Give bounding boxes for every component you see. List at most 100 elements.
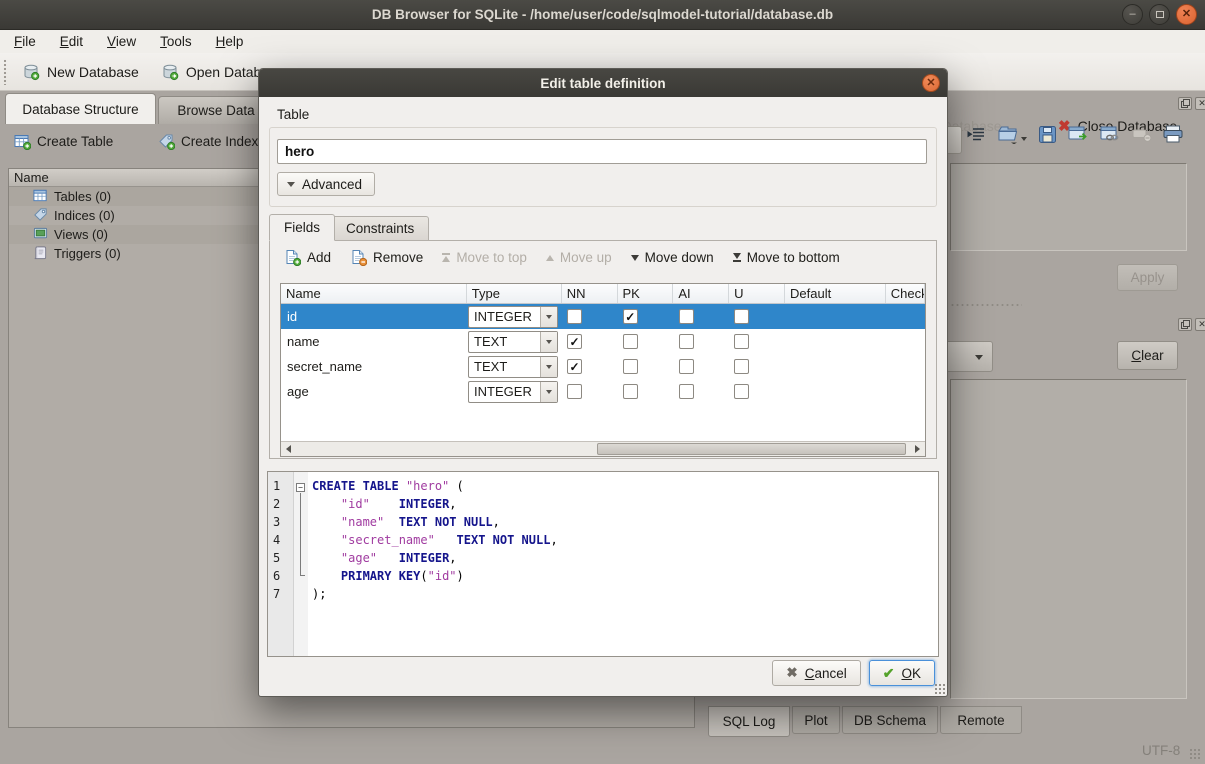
type-combo[interactable]: TEXT [468,331,558,353]
set-null-icon[interactable] [1132,126,1152,143]
dock-close-icon[interactable]: ✕ [1195,318,1205,331]
scrollbar-thumb[interactable] [597,443,906,455]
field-row-id[interactable]: idINTEGER ✓ [281,304,925,329]
check-cell[interactable] [886,304,925,329]
field-name-cell[interactable]: secret_name [281,354,467,379]
pk-checkbox[interactable] [623,384,638,399]
remove-button[interactable]: Remove [350,249,423,266]
chevron-down-icon[interactable] [540,332,557,352]
field-row-secret_name[interactable]: secret_nameTEXT ✓ [281,354,925,379]
default-cell[interactable] [785,304,886,329]
u-checkbox[interactable] [734,359,749,374]
dock-float-icon[interactable] [1178,97,1192,110]
tab-database-structure[interactable]: Database Structure [5,93,156,124]
table-name-input[interactable] [277,139,927,164]
u-checkbox[interactable] [734,384,749,399]
tab-browse-data[interactable]: Browse Data [158,96,274,124]
add-button[interactable]: Add [284,249,331,266]
advanced-button[interactable]: Advanced [277,172,375,196]
field-name-cell[interactable]: name [281,329,467,354]
column-header-nn[interactable]: NN [562,284,618,303]
nn-checkbox[interactable] [567,384,582,399]
dialog-resize-grip[interactable] [934,683,945,694]
nn-checkbox[interactable] [567,309,582,324]
pk-checkbox[interactable] [623,334,638,349]
create-index-button[interactable]: Create Index [158,133,258,150]
type-combo[interactable]: INTEGER [468,306,558,328]
ai-checkbox[interactable] [679,359,694,374]
nn-checkbox[interactable]: ✓ [567,334,582,349]
dock-tab-plot[interactable]: Plot [792,706,840,734]
maximize-icon[interactable] [1149,4,1170,25]
type-combo[interactable]: INTEGER [468,381,558,403]
window-titlebar[interactable]: DB Browser for SQLite - /home/user/code/… [0,0,1205,30]
ok-button[interactable]: ✔ OK [869,660,935,686]
default-cell[interactable] [785,354,886,379]
open-icon[interactable] [997,124,1027,144]
check-cell[interactable] [886,379,925,404]
check-cell[interactable] [886,354,925,379]
close-icon[interactable]: ✕ [1176,4,1197,25]
ai-checkbox[interactable] [679,309,694,324]
menu-edit[interactable]: Edit [48,32,95,51]
nn-checkbox[interactable]: ✓ [567,359,582,374]
menu-tools[interactable]: Tools [148,32,204,51]
fields-grid-hscrollbar[interactable] [281,441,925,456]
field-row-age[interactable]: ageINTEGER [281,379,925,404]
type-combo[interactable]: TEXT [468,356,558,378]
sql-log-area[interactable] [950,379,1187,699]
fold-collapse-icon[interactable]: − [296,483,305,492]
field-name-cell[interactable]: id [281,304,467,329]
text-edit-icon[interactable] [966,125,986,143]
dock-close-icon[interactable]: ✕ [1195,97,1205,110]
column-header-check[interactable]: Check [886,284,925,303]
column-header-default[interactable]: Default [785,284,886,303]
u-checkbox[interactable] [734,334,749,349]
cell-editor-area[interactable] [950,163,1187,251]
field-row-name[interactable]: nameTEXT ✓ [281,329,925,354]
save-icon[interactable] [1038,125,1057,144]
link-icon[interactable] [1100,125,1121,144]
menu-file[interactable]: File [2,32,48,51]
new-database-button[interactable]: New Database [14,56,147,88]
check-cell[interactable] [886,329,925,354]
clear-button[interactable]: Clear [1117,341,1178,370]
default-cell[interactable] [785,329,886,354]
ai-checkbox[interactable] [679,334,694,349]
dock-separator-grip[interactable] [950,303,1022,307]
menu-view[interactable]: View [95,32,148,51]
u-checkbox[interactable] [734,309,749,324]
move-down-button[interactable]: Move down [631,250,714,265]
print-icon[interactable] [1163,125,1183,143]
sql-fold-margin[interactable]: − [294,472,308,656]
dock-tab-db-schema[interactable]: DB Schema [842,706,938,734]
tab-fields[interactable]: Fields [269,214,335,241]
move-to-bottom-button[interactable]: Move to bottom [733,250,840,265]
create-table-button[interactable]: Create Table [14,133,113,150]
cancel-button[interactable]: ✖ Cancel [772,660,860,686]
dialog-close-icon[interactable]: ✕ [922,74,940,92]
toolbar-grip[interactable] [3,59,8,85]
default-cell[interactable] [785,379,886,404]
tab-constraints[interactable]: Constraints [331,216,429,241]
sql-preview[interactable]: 1234567 − CREATE TABLE "hero" ( "id" INT… [267,471,939,657]
column-header-ai[interactable]: AI [673,284,729,303]
field-name-cell[interactable]: age [281,379,467,404]
export-icon[interactable] [1068,125,1089,144]
column-header-pk[interactable]: PK [618,284,674,303]
chevron-down-icon[interactable] [540,382,557,402]
chevron-down-icon[interactable] [540,357,557,377]
pk-checkbox[interactable]: ✓ [623,309,638,324]
column-header-u[interactable]: U [729,284,785,303]
scroll-left-icon[interactable] [281,442,296,456]
scroll-right-icon[interactable] [910,442,925,456]
dock-tab-remote[interactable]: Remote [940,706,1022,734]
fields-grid[interactable]: NameTypeNNPKAIUDefaultCheck idINTEGER✓na… [280,283,926,457]
minimize-icon[interactable]: – [1122,4,1143,25]
ai-checkbox[interactable] [679,384,694,399]
window-resize-grip[interactable] [1189,748,1202,761]
dock-float-icon[interactable] [1178,318,1192,331]
column-header-name[interactable]: Name [281,284,467,303]
pk-checkbox[interactable] [623,359,638,374]
dock-tab-sql-log[interactable]: SQL Log [708,706,790,737]
